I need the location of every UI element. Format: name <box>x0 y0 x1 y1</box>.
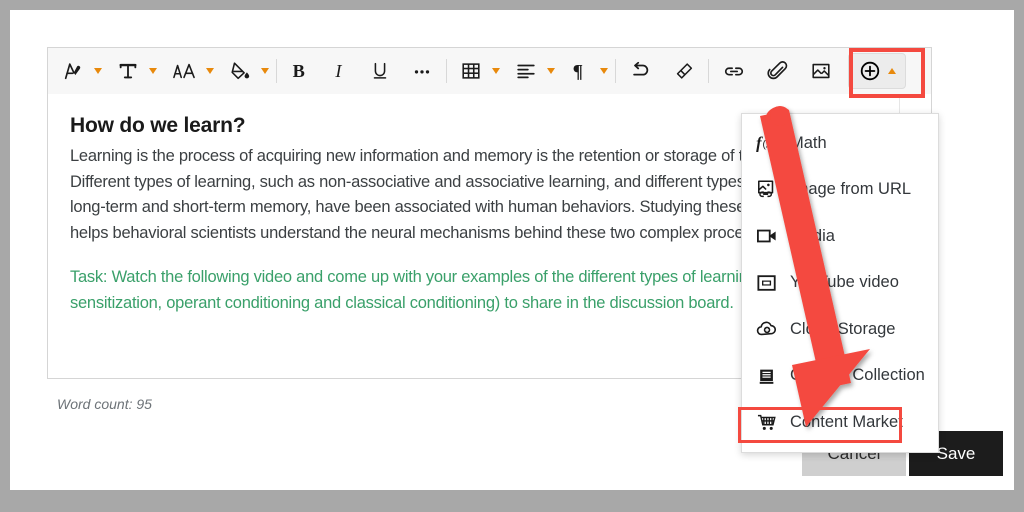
svg-text:B: B <box>293 61 305 81</box>
paragraph-icon[interactable]: ¶ <box>564 54 596 88</box>
toolbar-divider <box>446 59 447 83</box>
content-market-cart-icon <box>756 412 782 432</box>
youtube-video-icon <box>756 273 782 293</box>
align-left-icon[interactable] <box>509 54 543 88</box>
add-content-dropdown-menu[interactable]: f (x) Math Image from URL Media YouTube … <box>741 113 939 453</box>
paragraph-caret-icon[interactable] <box>600 68 608 74</box>
clear-formatting-icon[interactable] <box>667 54 701 88</box>
menu-item-label: YouTube video <box>790 273 899 292</box>
menu-item-label: Content Market <box>790 412 903 431</box>
text-color-icon[interactable] <box>111 54 145 88</box>
word-count-label: Word count: 95 <box>57 396 152 412</box>
underline-icon[interactable] <box>364 54 396 88</box>
menu-item-media[interactable]: Media <box>742 213 938 260</box>
more-options-icon[interactable] <box>405 54 439 88</box>
align-caret-icon[interactable] <box>547 68 555 74</box>
toolbar-divider <box>276 59 277 83</box>
math-function-icon: f (x) <box>756 133 782 153</box>
menu-item-content-collection[interactable]: Content Collection <box>742 353 938 400</box>
menu-item-label: Cloud Storage <box>790 319 896 338</box>
highlight-caret-icon[interactable] <box>94 68 102 74</box>
menu-item-cloud-storage[interactable]: Cloud Storage <box>742 306 938 353</box>
svg-text:(x): (x) <box>762 140 774 151</box>
menu-item-content-market[interactable]: Content Market <box>742 399 938 446</box>
italic-icon[interactable]: I <box>325 54 355 88</box>
toolbar-divider <box>708 59 709 83</box>
table-icon[interactable] <box>454 54 488 88</box>
svg-text:¶: ¶ <box>573 61 583 82</box>
toolbar-divider <box>615 59 616 83</box>
svg-text:I: I <box>334 61 342 81</box>
fill-color-caret-icon[interactable] <box>261 68 269 74</box>
add-content-highlight-box <box>849 48 925 98</box>
menu-item-youtube-video[interactable]: YouTube video <box>742 260 938 307</box>
menu-item-image-from-url[interactable]: Image from URL <box>742 167 938 214</box>
content-collection-icon <box>756 366 782 386</box>
editor-toolbar: B I ¶ <box>47 47 932 95</box>
font-size-caret-icon[interactable] <box>206 68 214 74</box>
highlight-pen-icon[interactable] <box>56 54 90 88</box>
menu-item-label: Media <box>790 226 835 245</box>
image-from-url-icon <box>756 179 782 200</box>
menu-item-math[interactable]: f (x) Math <box>742 120 938 167</box>
text-color-caret-icon[interactable] <box>149 68 157 74</box>
attachment-icon[interactable] <box>761 54 795 88</box>
undo-icon[interactable] <box>623 54 658 88</box>
menu-item-label: Content Collection <box>790 366 925 385</box>
bold-icon[interactable]: B <box>284 54 316 88</box>
media-camera-icon <box>756 226 782 246</box>
table-caret-icon[interactable] <box>492 68 500 74</box>
fill-color-icon[interactable] <box>223 54 257 88</box>
menu-item-label: Math <box>790 133 827 152</box>
link-icon[interactable] <box>716 54 752 88</box>
insert-image-icon[interactable] <box>804 54 838 88</box>
cloud-storage-icon <box>756 319 782 339</box>
menu-item-label: Image from URL <box>790 180 912 199</box>
font-size-icon[interactable] <box>166 54 202 88</box>
